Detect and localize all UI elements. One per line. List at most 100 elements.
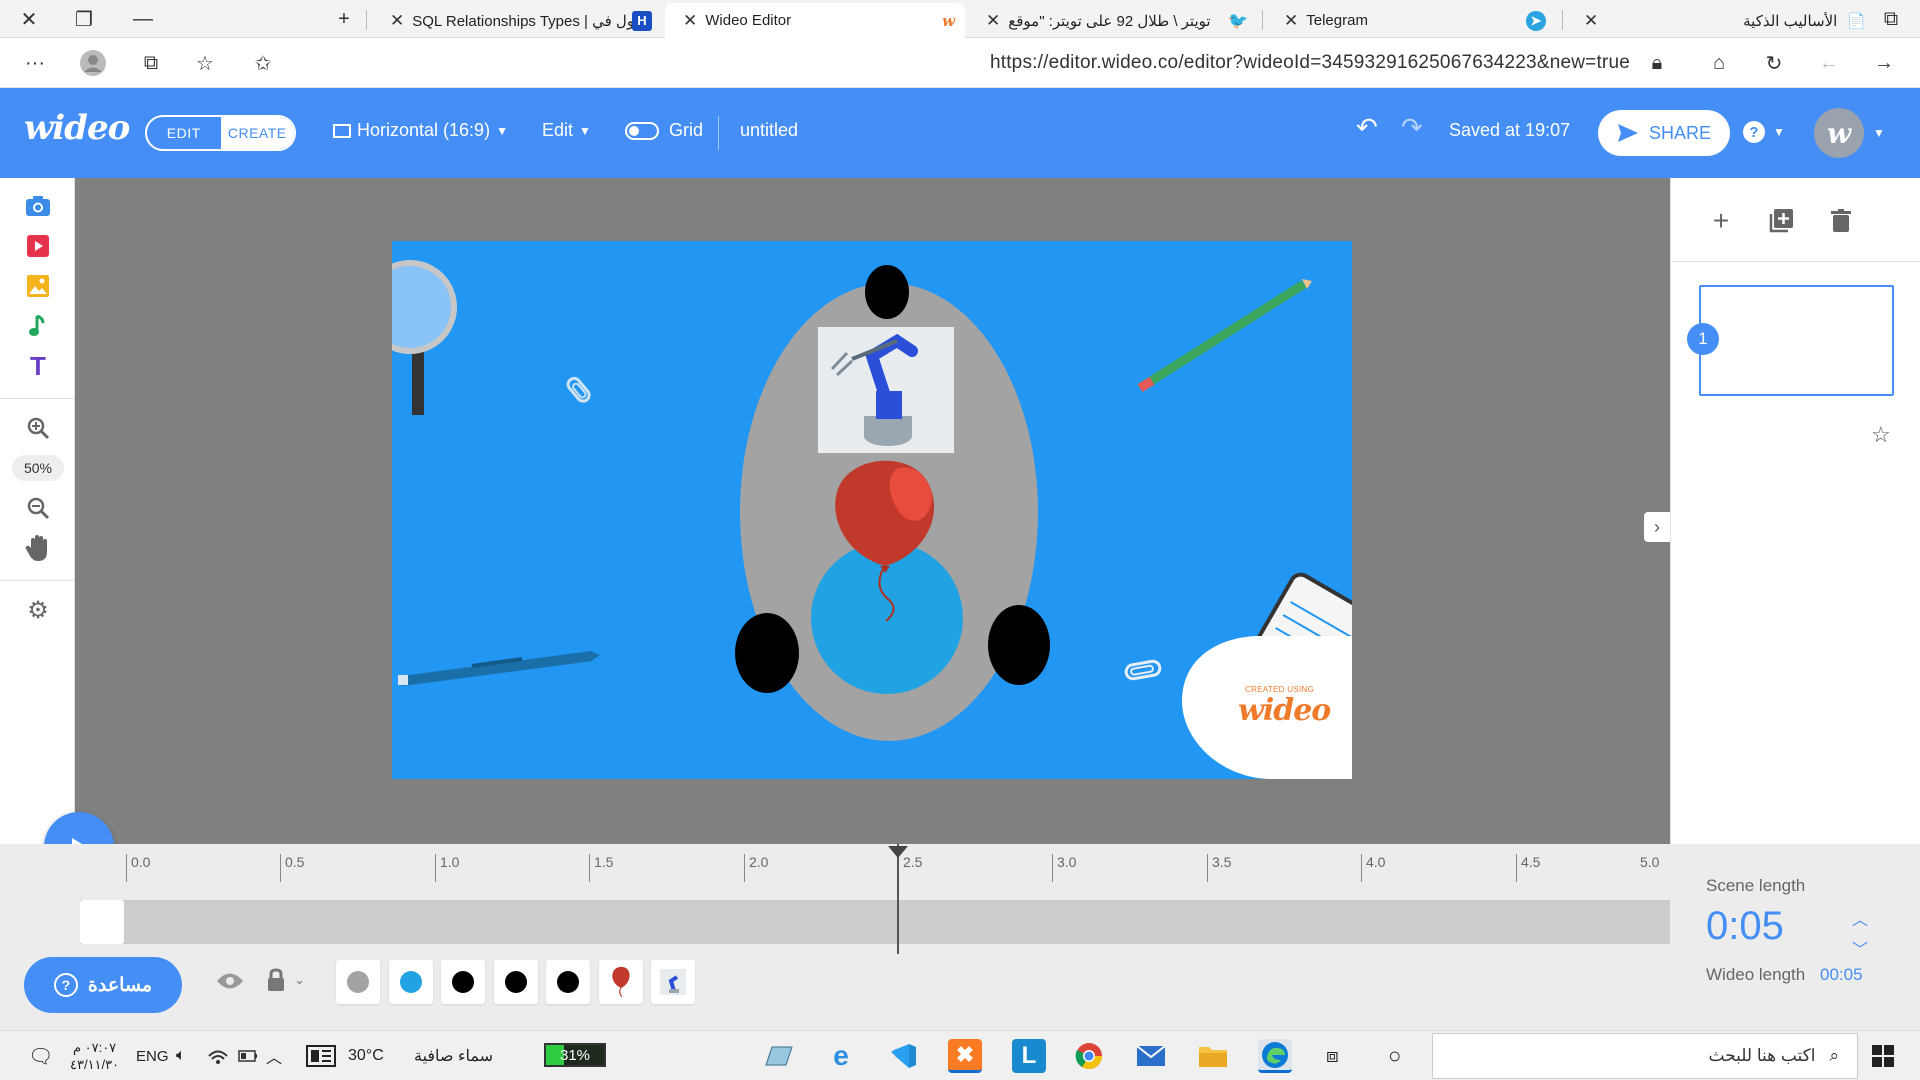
weather-widget-icon[interactable] <box>306 1039 336 1073</box>
help-menu[interactable]: ? ▼ <box>1743 121 1785 143</box>
chevron-down-icon[interactable]: ▼ <box>1873 126 1885 140</box>
duplicate-scene-icon[interactable] <box>1766 206 1796 236</box>
forward-icon[interactable]: ← <box>1812 46 1846 80</box>
profile-icon[interactable] <box>76 46 110 80</box>
tab-actions-icon[interactable]: ⧉ <box>1876 4 1906 34</box>
scene-thumbnail[interactable] <box>1699 285 1894 396</box>
create-mode-button[interactable]: CREATE <box>220 117 294 149</box>
battery-indicator[interactable]: 31% <box>544 1043 606 1067</box>
camera-icon[interactable] <box>22 190 54 222</box>
magnifier-prop[interactable] <box>392 260 457 415</box>
tab-smart-methods[interactable]: ✕ الأساليب الذكية 📄 <box>1566 3 1876 38</box>
eye-icon[interactable] <box>216 972 244 995</box>
pen-prop[interactable] <box>398 651 600 686</box>
aspect-ratio-dropdown[interactable]: Horizontal (16:9) ▼ <box>333 120 508 141</box>
windows-start-icon[interactable] <box>1872 1039 1894 1073</box>
redo-icon[interactable]: ↷ <box>1401 112 1423 143</box>
share-button[interactable]: SHARE <box>1598 110 1730 156</box>
project-title[interactable]: untitled <box>740 120 798 141</box>
edge-icon[interactable] <box>1258 1039 1292 1073</box>
refresh-icon[interactable]: ↻ <box>1757 46 1791 80</box>
timeline-track[interactable] <box>80 900 1670 944</box>
layer-black-dot[interactable] <box>494 960 538 1004</box>
chrome-icon[interactable] <box>1072 1039 1106 1073</box>
black-dot-top[interactable] <box>865 265 909 319</box>
delete-scene-icon[interactable] <box>1826 206 1856 236</box>
image-icon[interactable] <box>22 270 54 302</box>
tab-sql[interactable]: ✕ SQL Relationships Types | ول في H <box>372 3 662 38</box>
add-scene-icon[interactable]: + <box>1706 205 1736 236</box>
more-menu-icon[interactable]: ··· <box>18 46 52 80</box>
zoom-in-icon[interactable] <box>22 412 54 444</box>
grid-switch[interactable] <box>625 121 659 140</box>
help-button[interactable]: ? مساعدة <box>24 957 182 1013</box>
music-icon[interactable] <box>22 310 54 342</box>
close-tab-icon[interactable]: ✕ <box>1584 11 1598 31</box>
undo-icon[interactable]: ↶ <box>1356 112 1378 143</box>
paperclip-prop[interactable] <box>1124 659 1162 681</box>
text-icon[interactable]: T <box>22 350 54 382</box>
back-icon[interactable]: → <box>1867 46 1901 80</box>
cortana-icon[interactable]: ○ <box>1388 1039 1401 1073</box>
close-tab-icon[interactable]: ✕ <box>1284 11 1298 31</box>
lock-dropdown[interactable]: ⌄ <box>266 968 305 992</box>
layer-black-dot[interactable] <box>546 960 590 1004</box>
black-dot-right[interactable] <box>988 605 1050 685</box>
video-icon[interactable] <box>22 230 54 262</box>
home-icon[interactable]: ⌂ <box>1702 46 1736 80</box>
xampp-icon[interactable]: ✖ <box>948 1039 982 1073</box>
tab-twitter[interactable]: ✕ تويتر \ طلال 92 على تويتر: "موقع 🐦 <box>968 3 1258 38</box>
clock[interactable]: ٠٧:٠٧ م ٤٣/١١/٣٠ <box>70 1039 119 1073</box>
user-avatar[interactable]: w <box>1814 108 1864 158</box>
zoom-out-icon[interactable] <box>22 492 54 524</box>
new-tab-icon[interactable]: + <box>329 4 359 34</box>
volume-icon[interactable]: 🔈︎ <box>176 1039 186 1073</box>
timeline-start-handle[interactable] <box>80 900 124 944</box>
chevron-down-icon[interactable]: ﹀ <box>1852 936 1868 960</box>
language-indicator[interactable]: ENG <box>136 1039 169 1073</box>
vscode-icon[interactable] <box>886 1039 920 1073</box>
black-dot-left[interactable] <box>735 613 799 693</box>
add-favorite-icon[interactable]: ✩ <box>246 46 280 80</box>
lock-icon[interactable]: 🔒︎ <box>1640 46 1674 80</box>
close-tab-icon[interactable]: ✕ <box>683 11 697 31</box>
playhead[interactable] <box>897 844 899 954</box>
window-restore-icon[interactable]: ❐ <box>69 4 99 34</box>
file-explorer-icon[interactable] <box>1196 1039 1230 1073</box>
wifi-icon[interactable] <box>208 1039 228 1073</box>
taskbar-search[interactable]: اكتب هنا للبحث ⌕ <box>1432 1033 1858 1079</box>
mail-icon[interactable] <box>1134 1039 1168 1073</box>
settings-gear-icon[interactable]: ⚙ <box>22 594 54 626</box>
internet-explorer-icon[interactable]: e <box>824 1039 858 1073</box>
show-hidden-icons-chevron-icon[interactable]: ︿ <box>266 1039 282 1073</box>
window-minimize-icon[interactable]: — <box>128 4 158 34</box>
notes-app-icon[interactable] <box>762 1039 796 1073</box>
temperature[interactable]: 30°C <box>348 1039 384 1073</box>
battery-status-icon[interactable] <box>238 1039 258 1073</box>
edit-menu[interactable]: Edit ▼ <box>542 120 591 141</box>
notifications-icon[interactable]: 🗨︎ <box>28 1039 53 1073</box>
wideo-logo[interactable]: wideo <box>24 108 130 148</box>
url-field[interactable]: https://editor.wideo.co/editor?wideoId=3… <box>990 52 1630 74</box>
chevron-up-icon[interactable]: ︿ <box>1852 906 1868 930</box>
layer-robot-image[interactable] <box>651 960 695 1004</box>
tab-telegram[interactable]: ✕ Telegram ➤ <box>1266 3 1556 38</box>
pencil-prop[interactable] <box>1137 279 1312 392</box>
layer-blue-circle[interactable] <box>389 960 433 1004</box>
edit-mode-button[interactable]: EDIT <box>147 117 221 149</box>
playhead-handle[interactable] <box>888 846 908 858</box>
scene-length-value[interactable]: 0:05 <box>1706 904 1784 949</box>
star-icon[interactable]: ☆ <box>1871 422 1891 448</box>
collections-icon[interactable]: ⧉ <box>134 46 168 80</box>
close-tab-icon[interactable]: ✕ <box>390 11 404 31</box>
panel-collapse-chevron-icon[interactable]: › <box>1644 512 1670 542</box>
weather-description[interactable]: سماء صافية <box>414 1039 493 1073</box>
layer-black-dot[interactable] <box>441 960 485 1004</box>
hand-pan-icon[interactable] <box>22 532 54 564</box>
close-tab-icon[interactable]: ✕ <box>986 11 1000 31</box>
layer-red-balloon[interactable] <box>599 960 643 1004</box>
task-view-icon[interactable]: ⧈ <box>1326 1039 1339 1073</box>
tab-wideo-editor[interactable]: ✕ Wideo Editor w <box>665 3 965 38</box>
grid-toggle[interactable]: Grid <box>625 120 703 141</box>
layer-gray-ellipse[interactable] <box>336 960 380 1004</box>
